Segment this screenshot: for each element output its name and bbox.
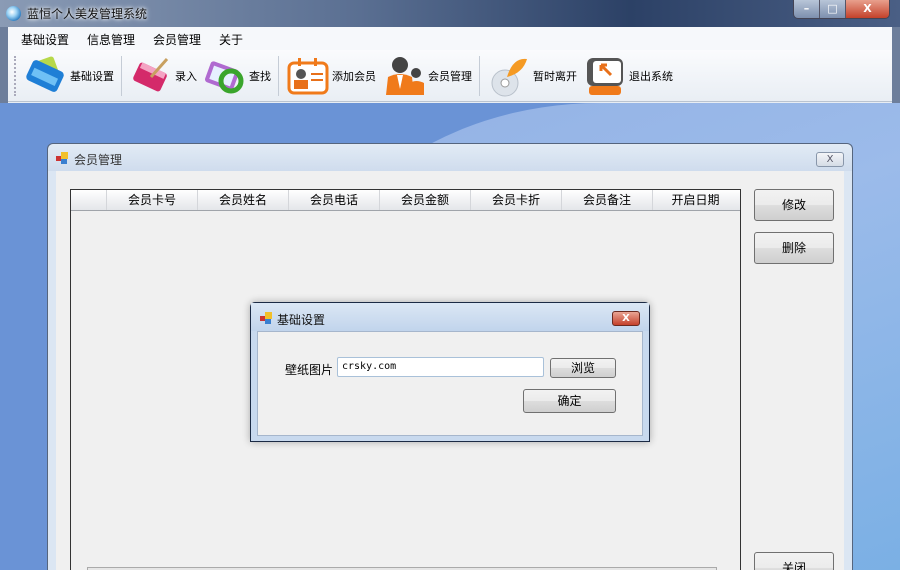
window-icon [260, 312, 273, 324]
menu-member-management[interactable]: 会员管理 [144, 27, 210, 50]
toolbar-grip[interactable] [14, 55, 17, 96]
column-phone[interactable]: 会员电话 [289, 190, 380, 210]
toolbar-label: 基础设置 [70, 69, 114, 83]
menu-about[interactable]: 关于 [210, 27, 252, 50]
settings-dialog: 基础设置 X 壁纸图片 crsky.com 浏览 确定 [250, 302, 650, 442]
toolbar-search-button[interactable]: 查找 [200, 53, 274, 99]
member-window-title: 会员管理 [74, 153, 123, 167]
column-name[interactable]: 会员姓名 [198, 190, 289, 210]
dialog-client: 壁纸图片 crsky.com 浏览 确定 [257, 331, 643, 436]
member-window-close-button[interactable]: X [816, 152, 844, 167]
toolbar-label: 暂时离开 [533, 69, 577, 83]
wallpaper-label: 壁纸图片 [285, 363, 334, 377]
toolbar-label: 添加会员 [332, 69, 376, 83]
column-card-number[interactable]: 会员卡号 [107, 190, 198, 210]
menu-bar: 基础设置 信息管理 会员管理 关于 [8, 27, 892, 50]
toolbar-exit-button[interactable]: 退出系统 [580, 53, 676, 99]
close-button[interactable]: X [846, 0, 889, 18]
toolbar-separator [479, 55, 480, 96]
ok-button[interactable]: 确定 [523, 389, 616, 413]
window-icon [56, 152, 69, 164]
wallpaper-input[interactable]: crsky.com [337, 357, 544, 377]
book-pen-icon [129, 55, 173, 97]
app-title-bar: 蓝恒个人美发管理系统 – □ X [0, 0, 900, 27]
toolbar-basic-settings-button[interactable]: 基础设置 [21, 53, 117, 99]
toolbar: 基础设置 录入 查找 添加会员 会员管理 暂时离开 退出系统 [8, 50, 892, 102]
column-open-date[interactable]: 开启日期 [653, 190, 738, 210]
dialog-title: 基础设置 [277, 313, 326, 327]
maximize-button[interactable]: □ [820, 0, 846, 18]
delete-button[interactable]: 删除 [754, 232, 834, 264]
app-icon [6, 6, 21, 21]
id-card-icon [286, 55, 330, 97]
browse-button[interactable]: 浏览 [550, 358, 616, 378]
edit-button[interactable]: 修改 [754, 189, 834, 221]
users-icon [382, 55, 426, 97]
table-header: 会员卡号 会员姓名 会员电话 会员金额 会员卡折 会员备注 开启日期 [71, 190, 740, 211]
member-window-title-bar: 会员管理 X [48, 144, 852, 171]
app-title: 蓝恒个人美发管理系统 [27, 7, 148, 21]
dialog-close-button[interactable]: X [612, 311, 640, 326]
toolbar-label: 录入 [175, 69, 197, 83]
row-header-corner[interactable] [71, 190, 107, 210]
toolbar-add-member-button[interactable]: 添加会员 [283, 53, 379, 99]
close-window-button[interactable]: 关闭 [754, 552, 834, 570]
toolbar-label: 查找 [249, 69, 271, 83]
menu-info-management[interactable]: 信息管理 [78, 27, 144, 50]
minimize-button[interactable]: – [794, 0, 820, 18]
toolbar-entry-button[interactable]: 录入 [126, 53, 200, 99]
toolbar-separator [121, 55, 122, 96]
toolbar-away-button[interactable]: 暂时离开 [484, 53, 580, 99]
toolbar-separator [278, 55, 279, 96]
cd-butterfly-icon [487, 55, 531, 97]
dialog-title-bar: 基础设置 X [251, 303, 649, 331]
monitor-exit-icon [583, 55, 627, 97]
toolbar-label: 退出系统 [629, 69, 673, 83]
toolbar-label: 会员管理 [428, 69, 472, 83]
binder-icon [24, 55, 68, 97]
clipboard-refresh-icon [203, 55, 247, 97]
menu-basic-settings[interactable]: 基础设置 [12, 27, 78, 50]
column-discount[interactable]: 会员卡折 [471, 190, 562, 210]
column-amount[interactable]: 会员金额 [380, 190, 471, 210]
toolbar-member-management-button[interactable]: 会员管理 [379, 53, 475, 99]
column-note[interactable]: 会员备注 [562, 190, 653, 210]
